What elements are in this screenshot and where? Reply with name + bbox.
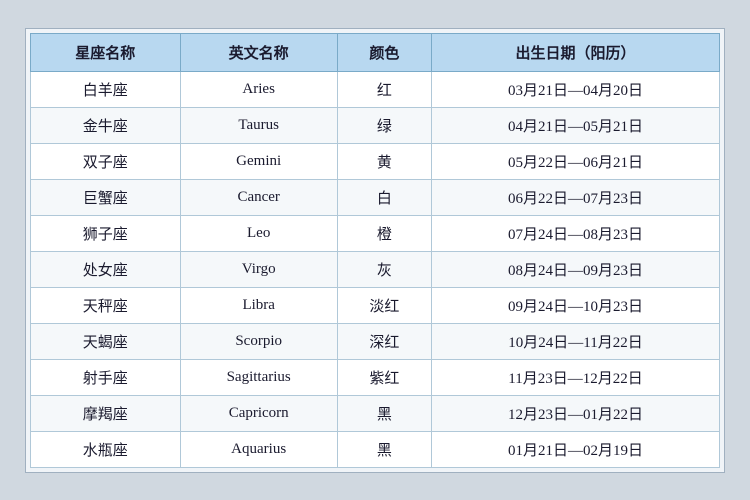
- cell-color: 白: [337, 179, 431, 215]
- cell-chinese-name: 双子座: [31, 143, 181, 179]
- cell-dates: 12月23日—01月22日: [431, 395, 719, 431]
- cell-chinese-name: 巨蟹座: [31, 179, 181, 215]
- cell-dates: 03月21日—04月20日: [431, 71, 719, 107]
- table-row: 天秤座Libra淡红09月24日—10月23日: [31, 287, 720, 323]
- table-row: 白羊座Aries红03月21日—04月20日: [31, 71, 720, 107]
- cell-color: 黑: [337, 395, 431, 431]
- cell-dates: 10月24日—11月22日: [431, 323, 719, 359]
- cell-chinese-name: 金牛座: [31, 107, 181, 143]
- cell-color: 灰: [337, 251, 431, 287]
- cell-english-name: Scorpio: [180, 323, 337, 359]
- cell-english-name: Sagittarius: [180, 359, 337, 395]
- cell-dates: 06月22日—07月23日: [431, 179, 719, 215]
- cell-english-name: Aries: [180, 71, 337, 107]
- table-row: 水瓶座Aquarius黑01月21日—02月19日: [31, 431, 720, 467]
- cell-dates: 05月22日—06月21日: [431, 143, 719, 179]
- cell-english-name: Capricorn: [180, 395, 337, 431]
- table-row: 金牛座Taurus绿04月21日—05月21日: [31, 107, 720, 143]
- table-row: 射手座Sagittarius紫红11月23日—12月22日: [31, 359, 720, 395]
- cell-dates: 11月23日—12月22日: [431, 359, 719, 395]
- zodiac-table: 星座名称 英文名称 颜色 出生日期（阳历） 白羊座Aries红03月21日—04…: [30, 33, 720, 468]
- table-row: 巨蟹座Cancer白06月22日—07月23日: [31, 179, 720, 215]
- cell-dates: 07月24日—08月23日: [431, 215, 719, 251]
- cell-english-name: Aquarius: [180, 431, 337, 467]
- table-row: 狮子座Leo橙07月24日—08月23日: [31, 215, 720, 251]
- table-row: 摩羯座Capricorn黑12月23日—01月22日: [31, 395, 720, 431]
- cell-color: 黄: [337, 143, 431, 179]
- cell-chinese-name: 摩羯座: [31, 395, 181, 431]
- cell-chinese-name: 射手座: [31, 359, 181, 395]
- cell-color: 黑: [337, 431, 431, 467]
- cell-dates: 08月24日—09月23日: [431, 251, 719, 287]
- cell-chinese-name: 天蝎座: [31, 323, 181, 359]
- cell-dates: 09月24日—10月23日: [431, 287, 719, 323]
- table-row: 天蝎座Scorpio深红10月24日—11月22日: [31, 323, 720, 359]
- cell-chinese-name: 狮子座: [31, 215, 181, 251]
- table-header-row: 星座名称 英文名称 颜色 出生日期（阳历）: [31, 33, 720, 71]
- cell-english-name: Libra: [180, 287, 337, 323]
- header-color: 颜色: [337, 33, 431, 71]
- header-chinese-name: 星座名称: [31, 33, 181, 71]
- cell-chinese-name: 水瓶座: [31, 431, 181, 467]
- cell-color: 深红: [337, 323, 431, 359]
- cell-english-name: Leo: [180, 215, 337, 251]
- cell-dates: 04月21日—05月21日: [431, 107, 719, 143]
- cell-color: 橙: [337, 215, 431, 251]
- cell-english-name: Cancer: [180, 179, 337, 215]
- table-row: 双子座Gemini黄05月22日—06月21日: [31, 143, 720, 179]
- table-body: 白羊座Aries红03月21日—04月20日金牛座Taurus绿04月21日—0…: [31, 71, 720, 467]
- cell-chinese-name: 天秤座: [31, 287, 181, 323]
- header-dates: 出生日期（阳历）: [431, 33, 719, 71]
- cell-english-name: Virgo: [180, 251, 337, 287]
- cell-chinese-name: 处女座: [31, 251, 181, 287]
- cell-english-name: Taurus: [180, 107, 337, 143]
- zodiac-table-container: 星座名称 英文名称 颜色 出生日期（阳历） 白羊座Aries红03月21日—04…: [25, 28, 725, 473]
- cell-color: 绿: [337, 107, 431, 143]
- cell-english-name: Gemini: [180, 143, 337, 179]
- header-english-name: 英文名称: [180, 33, 337, 71]
- cell-color: 紫红: [337, 359, 431, 395]
- table-row: 处女座Virgo灰08月24日—09月23日: [31, 251, 720, 287]
- cell-color: 淡红: [337, 287, 431, 323]
- cell-dates: 01月21日—02月19日: [431, 431, 719, 467]
- cell-chinese-name: 白羊座: [31, 71, 181, 107]
- cell-color: 红: [337, 71, 431, 107]
